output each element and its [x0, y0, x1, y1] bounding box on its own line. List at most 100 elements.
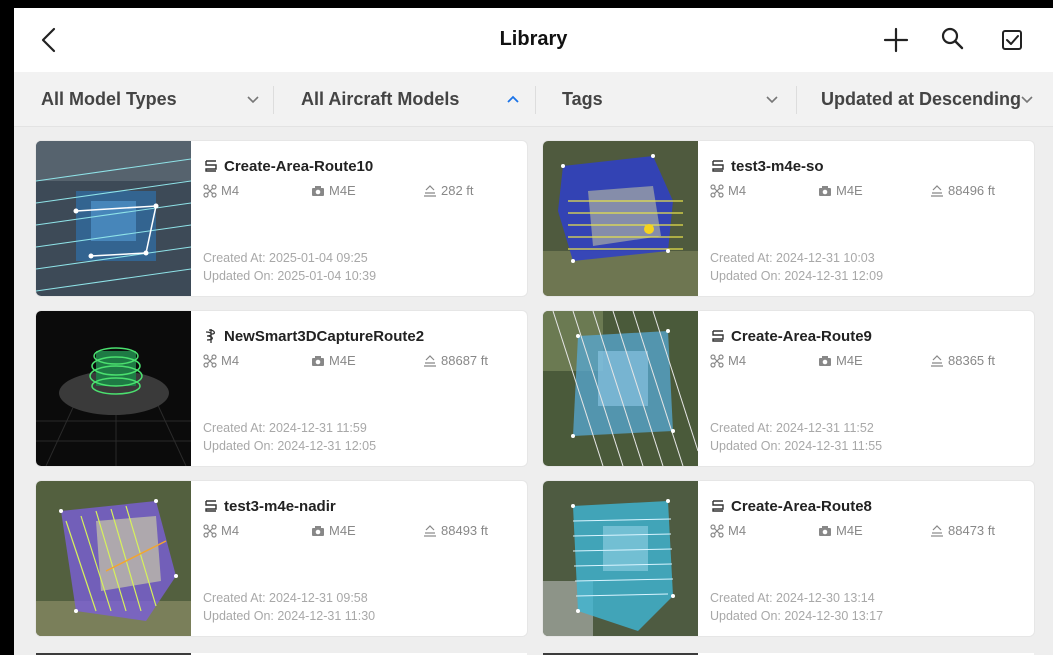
camera-model: M4E — [818, 353, 863, 368]
created-date: Created At: 2025-01-04 09:25 — [203, 251, 368, 265]
route-thumbnail — [543, 481, 698, 636]
altitude: 88473 ft — [930, 523, 995, 538]
route-card[interactable]: Create-Area-Route10 M4 M4E 282 ft Create… — [36, 141, 527, 296]
route-name: Create-Area-Route9 — [731, 327, 872, 345]
route-thumbnail — [36, 481, 191, 636]
checkbox-icon — [1002, 30, 1022, 50]
route-thumbnail — [36, 311, 191, 466]
plus-icon — [883, 27, 909, 53]
updated-date: Updated On: 2024-12-31 11:55 — [710, 439, 883, 453]
created-date: Created At: 2024-12-31 10:03 — [710, 251, 875, 265]
route-card[interactable]: Create-Area-Route8 M4 M4E 88473 ft Creat… — [543, 481, 1034, 636]
camera-icon — [819, 525, 831, 536]
sort-filter[interactable]: Updated at Descending — [821, 72, 1046, 126]
chevron-down-icon — [247, 96, 259, 104]
route-card[interactable]: Create-Area-Route9 M4 M4E 88365 ft Creat… — [543, 311, 1034, 466]
camera-icon — [312, 525, 324, 536]
updated-date: Updated On: 2024-12-31 11:30 — [203, 609, 376, 623]
created-date: Created At: 2024-12-31 11:59 — [203, 421, 367, 435]
add-button[interactable] — [881, 25, 911, 55]
app-header: Library — [14, 8, 1053, 72]
drone-icon — [203, 523, 217, 538]
altitude: 88365 ft — [930, 353, 995, 368]
route-info: Create-Area-Route10 M4 M4E 282 ft Create… — [203, 155, 519, 296]
route-name: Create-Area-Route10 — [224, 157, 374, 175]
route-info: test3-m4e-so M4 M4E 88496 ft Created At:… — [710, 155, 1026, 296]
route-icon — [712, 500, 724, 512]
drone-icon — [203, 353, 217, 368]
filter-divider — [535, 86, 536, 114]
drone-icon — [710, 523, 724, 538]
drone-model: M4 — [710, 353, 746, 368]
drone-icon — [710, 353, 724, 368]
altitude-icon — [931, 354, 943, 367]
camera-model: M4E — [818, 523, 863, 538]
altitude: 88496 ft — [930, 183, 995, 198]
altitude-icon — [424, 184, 436, 197]
camera-icon — [819, 355, 831, 366]
route-card[interactable]: NewSmart3DCaptureRoute2 M4 M4E 88687 ft … — [36, 311, 527, 466]
filter-bar: All Model Types All Aircraft Models Tags… — [14, 72, 1053, 127]
select-button[interactable] — [997, 25, 1027, 55]
back-button[interactable] — [36, 24, 66, 56]
aircraft-model-filter[interactable]: All Aircraft Models — [301, 72, 536, 126]
search-icon — [941, 27, 964, 50]
route-info: Create-Area-Route9 M4 M4E 88365 ft Creat… — [710, 325, 1026, 466]
filter-label: Tags — [562, 88, 603, 109]
drone-model: M4 — [203, 523, 239, 538]
chevron-down-icon — [1021, 96, 1033, 104]
created-date: Created At: 2024-12-30 13:14 — [710, 591, 875, 605]
route-thumbnail — [543, 311, 698, 466]
route-name: test3-m4e-so — [731, 157, 824, 175]
camera-icon — [312, 355, 324, 366]
route-name: Create-Area-Route8 — [731, 497, 872, 515]
filter-label: All Model Types — [41, 88, 177, 109]
altitude-icon — [931, 524, 943, 537]
route-info: Create-Area-Route8 M4 M4E 88473 ft Creat… — [710, 495, 1026, 636]
altitude-icon — [931, 184, 943, 197]
updated-date: Updated On: 2024-12-31 12:09 — [710, 269, 884, 283]
altitude: 88687 ft — [423, 353, 488, 368]
camera-model: M4E — [311, 183, 356, 198]
model-type-filter[interactable]: All Model Types — [41, 72, 276, 126]
route-icon — [205, 500, 217, 512]
created-date: Created At: 2024-12-31 09:58 — [203, 591, 368, 605]
route-icon — [712, 160, 724, 172]
route-icon — [712, 330, 724, 342]
chevron-left-icon — [41, 27, 56, 53]
filter-divider — [273, 86, 274, 114]
chevron-down-icon — [766, 96, 778, 104]
route-card[interactable]: test3-m4e-nadir M4 M4E 88493 ft Created … — [36, 481, 527, 636]
search-button[interactable] — [938, 25, 968, 55]
altitude: 88493 ft — [423, 523, 488, 538]
filter-label: All Aircraft Models — [301, 88, 460, 109]
filter-label: Updated at Descending — [821, 88, 1022, 109]
tags-filter[interactable]: Tags — [562, 72, 797, 126]
altitude-icon — [424, 354, 436, 367]
library-screen: Library All Model Types All Aircraft Mod… — [14, 8, 1053, 655]
route-info: NewSmart3DCaptureRoute2 M4 M4E 88687 ft … — [203, 325, 519, 466]
route-info: test3-m4e-nadir M4 M4E 88493 ft Created … — [203, 495, 519, 636]
camera-icon — [819, 185, 831, 196]
altitude: 282 ft — [423, 183, 474, 198]
drone-model: M4 — [203, 353, 239, 368]
route-name: test3-m4e-nadir — [224, 497, 336, 515]
altitude-icon — [424, 524, 436, 537]
camera-model: M4E — [311, 523, 356, 538]
chevron-up-icon — [507, 95, 519, 103]
smart-3d-icon — [205, 329, 216, 343]
updated-date: Updated On: 2025-01-04 10:39 — [203, 269, 377, 283]
route-thumbnail — [543, 141, 698, 296]
route-name: NewSmart3DCaptureRoute2 — [224, 327, 425, 345]
drone-model: M4 — [203, 183, 239, 198]
route-thumbnail — [36, 141, 191, 296]
updated-date: Updated On: 2024-12-31 12:05 — [203, 439, 377, 453]
camera-model: M4E — [818, 183, 863, 198]
updated-date: Updated On: 2024-12-30 13:17 — [710, 609, 884, 623]
route-icon — [205, 160, 217, 172]
drone-model: M4 — [710, 523, 746, 538]
drone-model: M4 — [710, 183, 746, 198]
route-card[interactable]: test3-m4e-so M4 M4E 88496 ft Created At:… — [543, 141, 1034, 296]
created-date: Created At: 2024-12-31 11:52 — [710, 421, 874, 435]
drone-icon — [203, 183, 217, 198]
